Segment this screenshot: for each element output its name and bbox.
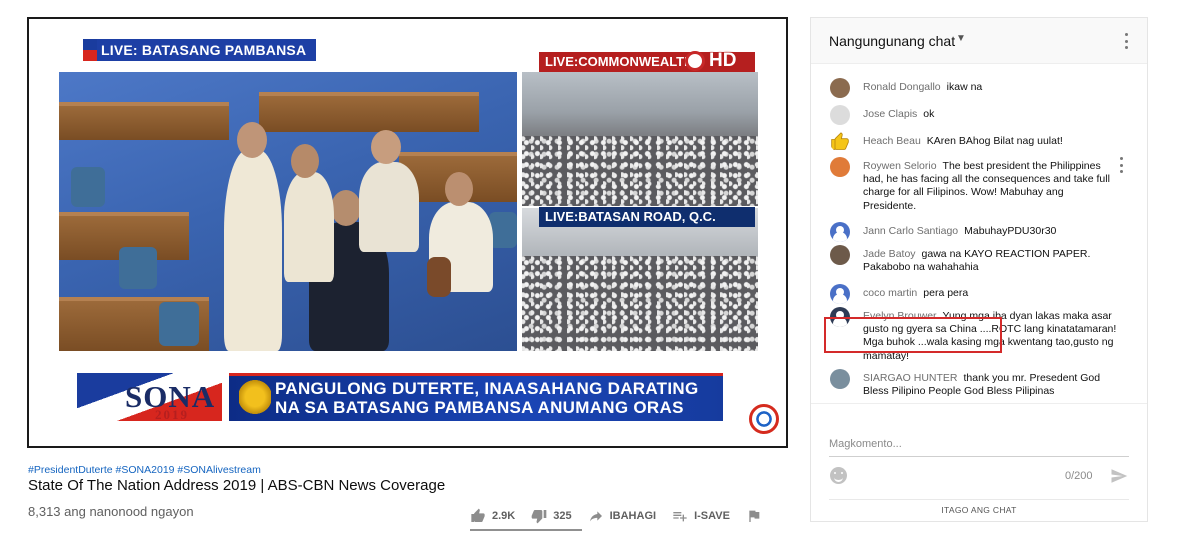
save-button[interactable]: I-SAVE	[672, 508, 730, 524]
sentiment-bar	[470, 529, 582, 531]
live-label-batasang: LIVE: BATASANG PAMBANSA	[83, 39, 317, 61]
like-button[interactable]: 2.9K	[470, 508, 515, 524]
chat-text: pera pera	[923, 287, 969, 299]
headline-line-2: NA SA BATASANG PAMBANSA ANUMANG ORAS	[275, 398, 684, 417]
chat-composer: Magkomento... 0/200 ITAGO ANG CHAT	[811, 403, 1147, 521]
video-actions: 2.9K 325 IBAHAGI I-SAVE	[470, 507, 784, 525]
share-button[interactable]: IBAHAGI	[588, 508, 656, 524]
batasan-road-camera-feed	[522, 208, 758, 351]
thumbs-up-icon	[471, 508, 485, 522]
caret-down-icon[interactable]: ▼	[956, 33, 966, 44]
abs-cbn-logo-icon	[749, 404, 779, 434]
page: LIVE: BATASANG PAMBANSA LIVE:COMMONWEALT…	[0, 0, 1200, 533]
sona-2019-logo: SONA 2019	[77, 373, 222, 422]
highlight-annotation	[824, 317, 1002, 353]
emoji-icon[interactable]	[830, 467, 847, 484]
chat-comment-input[interactable]: Magkomento...	[829, 438, 902, 450]
live-chat-panel: Nangungunang chat ▼ Ronald Dongallo ikaw …	[810, 17, 1148, 522]
send-icon	[1111, 469, 1128, 483]
chat-author[interactable]: SIARGAO HUNTER	[863, 372, 958, 384]
sona-year: 2019	[155, 407, 189, 422]
avatar[interactable]	[830, 157, 850, 177]
share-arrow-icon	[589, 511, 602, 522]
thumbs-down-icon	[531, 510, 547, 524]
live-viewer-count: 8,313 ang nanonood ngayon	[28, 504, 194, 519]
dislike-button[interactable]: 325	[531, 508, 572, 524]
playlist-add-icon	[673, 512, 687, 522]
chat-text: ikaw na	[946, 81, 983, 93]
video-title: State Of The Nation Address 2019 | ABS-C…	[28, 477, 446, 494]
chat-author[interactable]: Jade Batoy	[863, 248, 916, 260]
chat-author[interactable]: coco martin	[863, 287, 917, 299]
chat-mode-dropdown[interactable]: Nangungunang chat	[829, 33, 955, 49]
avatar[interactable]	[830, 105, 850, 125]
main-camera-feed	[59, 72, 517, 351]
like-count: 2.9K	[492, 510, 516, 522]
chat-text: MabuhayPDU30r30	[964, 225, 1057, 237]
chat-text: KAren BAhog Bilat nag uulat!	[926, 135, 1063, 147]
headline-banner: PANGULONG DUTERTE, INAASAHANG DARATING N…	[229, 373, 723, 421]
news-lower-third: SONA 2019 PANGULONG DUTERTE, INAASAHANG …	[77, 373, 723, 422]
input-underline	[829, 456, 1129, 457]
send-button[interactable]	[1109, 467, 1129, 485]
dislike-count: 325	[553, 510, 572, 522]
video-frame: LIVE: BATASANG PAMBANSA LIVE:COMMONWEALT…	[29, 19, 786, 446]
headline-line-1: PANGULONG DUTERTE, INAASAHANG DARATING	[275, 379, 699, 398]
avatar[interactable]	[830, 222, 850, 242]
thumbs-up-icon	[831, 132, 849, 150]
share-label: IBAHAGI	[609, 510, 657, 522]
chat-author[interactable]: Roywen Selorio	[863, 160, 937, 172]
avatar[interactable]	[830, 245, 850, 265]
hd-badge: HD	[709, 50, 737, 71]
live-label-batasan-road: LIVE:BATASAN ROAD, Q.C.	[539, 207, 755, 227]
hide-chat-button[interactable]: ITAGO ANG CHAT	[811, 505, 1147, 515]
avatar[interactable]	[830, 284, 850, 304]
chat-author[interactable]: Jose Clapis	[863, 108, 917, 120]
chat-header: Nangungunang chat ▼	[811, 18, 1147, 64]
video-hashtags[interactable]: #PresidentDuterte #SONA2019 #SONAlivestr…	[28, 464, 261, 476]
chat-message-list[interactable]: Ronald Dongallo ikaw na Jose Clapis ok Hea…	[811, 65, 1141, 403]
sun-emblem-icon	[239, 379, 271, 415]
message-options-icon[interactable]	[1119, 157, 1123, 173]
chat-text: ok	[923, 108, 935, 120]
chat-author[interactable]: Ronald Dongallo	[863, 81, 941, 93]
video-player[interactable]: LIVE: BATASANG PAMBANSA LIVE:COMMONWEALT…	[27, 17, 788, 448]
avatar[interactable]	[830, 78, 850, 98]
avatar[interactable]	[830, 132, 850, 152]
ph-flag-icon	[83, 39, 97, 61]
save-label: I-SAVE	[694, 510, 730, 522]
char-counter: 0/200	[1065, 470, 1093, 482]
chat-author[interactable]: Heach Beau	[863, 135, 921, 147]
divider	[829, 499, 1129, 500]
abs-cbn-mini-logo-icon	[685, 51, 705, 71]
commonwealth-camera-feed	[522, 72, 758, 206]
avatar[interactable]	[830, 369, 850, 389]
live-label-text: LIVE: BATASANG PAMBANSA	[97, 39, 317, 61]
chat-more-options-icon[interactable]	[1124, 33, 1128, 49]
chat-author[interactable]: Jann Carlo Santiago	[863, 225, 958, 237]
report-button[interactable]	[746, 508, 768, 524]
flag-icon	[749, 510, 760, 522]
